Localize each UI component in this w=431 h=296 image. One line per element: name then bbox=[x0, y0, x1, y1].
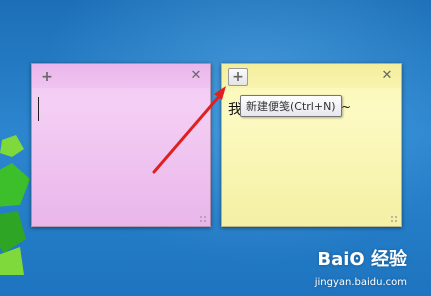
sticky-note-yellow[interactable]: + ✕ 我 bbox=[221, 63, 402, 227]
close-icon[interactable]: ✕ bbox=[190, 69, 202, 82]
watermark-logo: Baiʘ 经验 bbox=[317, 249, 407, 270]
resize-grip-icon[interactable] bbox=[199, 215, 207, 223]
note-title-bar[interactable]: + ✕ bbox=[222, 64, 401, 88]
new-note-icon[interactable]: + bbox=[40, 70, 54, 84]
close-icon[interactable]: ✕ bbox=[381, 69, 393, 82]
note-title-bar[interactable]: + ✕ bbox=[32, 64, 210, 88]
watermark-url: jingyan.baidu.com bbox=[314, 277, 407, 288]
new-note-tooltip: 新建便笺(Ctrl+N) bbox=[240, 95, 342, 117]
text-caret bbox=[38, 97, 39, 121]
new-note-button[interactable]: + bbox=[228, 68, 248, 86]
sticky-note-pink[interactable]: + ✕ bbox=[31, 63, 211, 227]
resize-grip-icon[interactable] bbox=[390, 215, 398, 223]
note-text-tail: ~ bbox=[341, 100, 352, 114]
